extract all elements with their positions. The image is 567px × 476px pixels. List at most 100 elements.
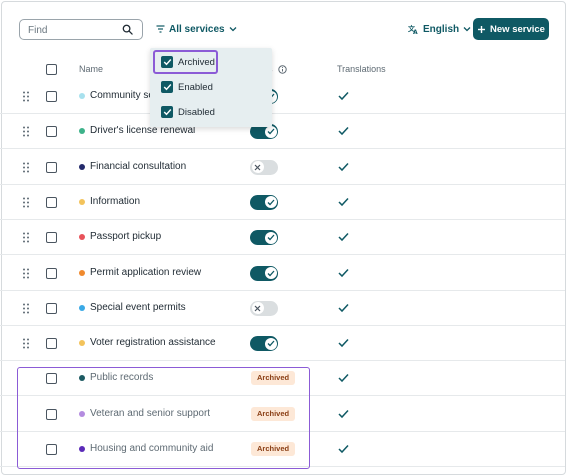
service-name[interactable]: Permit application review — [90, 267, 201, 278]
row-checkbox[interactable] — [46, 302, 57, 314]
check-icon — [338, 303, 349, 313]
row-checkbox[interactable] — [46, 126, 57, 138]
toggle-knob — [264, 231, 277, 244]
table-row[interactable]: Voter registration assistance — [0, 326, 565, 362]
check-icon — [338, 126, 349, 136]
enabled-checkbox[interactable] — [161, 81, 173, 93]
language-label: English — [423, 23, 460, 35]
table-row[interactable]: Passport pickup — [0, 220, 565, 256]
drag-handle-icon[interactable] — [22, 126, 30, 137]
filter-dropdown-button[interactable]: All services — [156, 22, 237, 36]
row-checkbox[interactable] — [46, 338, 57, 350]
filter-icon — [156, 25, 165, 33]
table-row[interactable]: Veteran and senior support Archived — [0, 397, 565, 432]
table-row[interactable]: Housing and community aid Archived — [0, 432, 565, 467]
filter-option-label: Archived — [178, 57, 215, 68]
row-checkbox[interactable] — [46, 161, 57, 173]
archived-checkbox[interactable] — [161, 56, 173, 68]
toggle-knob — [264, 196, 277, 209]
search-input[interactable] — [28, 23, 120, 37]
filter-option-enabled[interactable]: Enabled — [150, 75, 272, 100]
drag-handle-icon[interactable] — [22, 232, 30, 243]
language-selector[interactable]: 文A English — [408, 22, 471, 36]
service-color-dot — [79, 234, 85, 241]
status-toggle[interactable] — [250, 194, 278, 210]
check-icon — [338, 232, 349, 242]
row-checkbox[interactable] — [46, 444, 57, 455]
service-color-dot — [79, 163, 85, 170]
row-checkbox[interactable] — [46, 408, 57, 420]
status-badge: Archived — [251, 371, 296, 386]
row-checkbox[interactable] — [46, 232, 57, 244]
service-color-dot — [79, 375, 85, 382]
table-row[interactable]: Special event permits — [0, 291, 565, 326]
select-all-checkbox[interactable] — [46, 64, 57, 75]
toggle-knob — [251, 302, 264, 315]
toggle-knob — [264, 125, 277, 138]
status-toggle[interactable] — [250, 265, 278, 281]
drag-handle-icon[interactable] — [22, 338, 30, 349]
toggle-knob — [251, 161, 264, 174]
status-toggle[interactable] — [250, 336, 278, 352]
search-icon[interactable] — [122, 24, 133, 35]
check-icon — [163, 59, 171, 66]
toggle-knob — [264, 267, 277, 279]
search-field[interactable] — [19, 19, 143, 40]
table-row[interactable]: Permit application review — [0, 256, 565, 291]
service-name[interactable]: Housing and community aid — [90, 443, 213, 454]
drag-handle-icon[interactable] — [22, 197, 30, 208]
translate-icon: 文A — [408, 24, 418, 34]
row-checkbox[interactable] — [46, 267, 57, 279]
service-name[interactable]: Voter registration assistance — [90, 337, 216, 348]
service-color-dot — [79, 410, 85, 417]
status-toggle[interactable] — [250, 230, 278, 246]
info-icon[interactable] — [278, 65, 287, 74]
service-color-dot — [79, 446, 85, 452]
service-color-dot — [79, 198, 85, 205]
new-service-button[interactable]: New service — [473, 18, 549, 40]
row-checkbox[interactable] — [46, 91, 57, 102]
filter-option-label: Enabled — [178, 82, 213, 93]
translations-column-header: Translations — [337, 64, 386, 74]
plus-icon — [478, 25, 486, 33]
status-toggle[interactable] — [250, 159, 278, 175]
drag-handle-icon[interactable] — [22, 91, 30, 102]
table-row[interactable]: Driver's license renewal — [0, 114, 565, 150]
disabled-checkbox[interactable] — [161, 106, 173, 118]
service-name[interactable]: Public records — [90, 372, 153, 383]
status-toggle[interactable] — [250, 300, 278, 316]
table-row[interactable]: Community se — [0, 79, 565, 114]
table-row[interactable]: Information — [0, 185, 565, 220]
filter-option-disabled[interactable]: Disabled — [150, 100, 272, 125]
service-name[interactable]: Veteran and senior support — [90, 408, 210, 419]
drag-handle-icon[interactable] — [22, 162, 30, 173]
table-header: Name s Translations — [0, 60, 565, 79]
check-icon — [338, 444, 349, 454]
toggle-knob — [264, 337, 277, 350]
service-name[interactable]: Passport pickup — [90, 231, 161, 242]
drag-handle-icon[interactable] — [22, 268, 30, 279]
service-name[interactable]: Special event permits — [90, 302, 186, 313]
chevron-down-icon — [229, 27, 237, 32]
service-name[interactable]: Financial consultation — [90, 161, 186, 172]
check-icon — [163, 109, 171, 116]
name-column-header: Name — [79, 64, 104, 74]
service-name[interactable]: Information — [90, 196, 140, 207]
service-name[interactable]: Community se — [90, 90, 154, 101]
filter-menu: Archived Enabled Disabled — [150, 48, 272, 127]
filter-label: All services — [169, 23, 225, 35]
svg-text:A: A — [413, 29, 418, 34]
drag-handle-icon[interactable] — [22, 303, 30, 314]
check-icon — [163, 84, 171, 91]
check-icon — [338, 268, 349, 278]
check-icon — [338, 373, 349, 383]
service-color-dot — [79, 128, 85, 135]
table-row[interactable]: Financial consultation — [0, 150, 565, 185]
row-checkbox[interactable] — [46, 196, 57, 208]
check-icon — [338, 197, 349, 207]
service-color-dot — [79, 269, 85, 276]
row-checkbox[interactable] — [46, 373, 57, 385]
filter-option-archived[interactable]: Archived — [150, 50, 272, 75]
check-icon — [338, 409, 349, 419]
table-row[interactable]: Public records Archived — [0, 361, 565, 397]
